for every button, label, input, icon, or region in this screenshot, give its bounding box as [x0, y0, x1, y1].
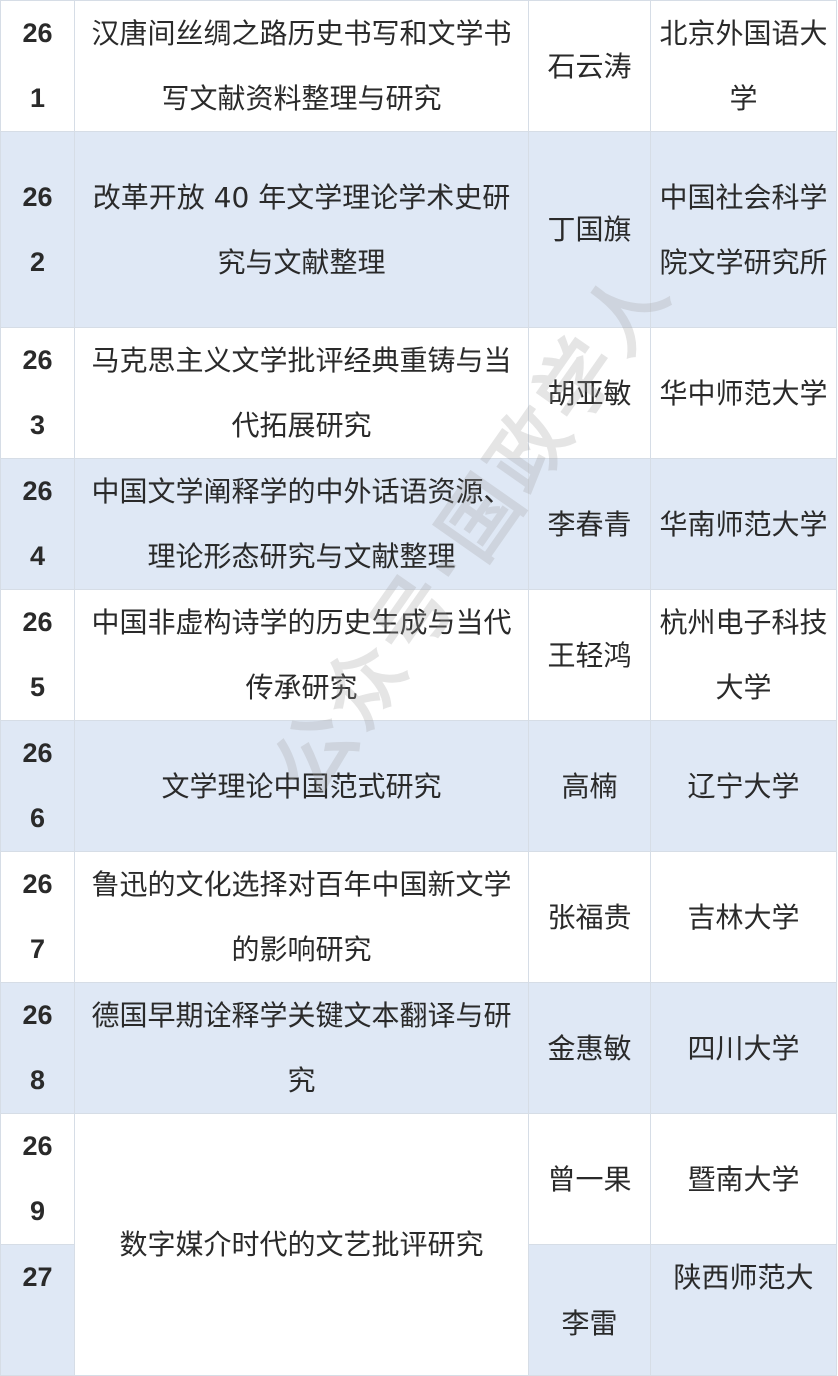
principal-investigator: 胡亚敏: [528, 327, 651, 459]
institution: 杭州电子科技大学: [650, 589, 837, 721]
principal-investigator: 张福贵: [528, 851, 651, 983]
principal-investigator: 李雷: [528, 1244, 651, 1376]
project-title: 汉唐间丝绸之路历史书写和文学书写文献资料整理与研究: [74, 0, 529, 132]
table-row: 26 9 数字媒介时代的文艺批评研究 曾一果 暨南大学: [0, 1113, 837, 1376]
institution: 陕西师范大: [650, 1244, 837, 1376]
principal-investigator: 王轻鸿: [528, 589, 651, 721]
table-row: 26 2 改革开放 40 年文学理论学术史研究与文献整理 丁国旗 中国社会科学院文…: [0, 131, 837, 328]
institution: 辽宁大学: [650, 720, 837, 852]
project-title: 中国文学阐释学的中外话语资源、理论形态研究与文献整理: [74, 458, 529, 590]
table-row: 26 4 中国文学阐释学的中外话语资源、理论形态研究与文献整理 李春青 华南师范大…: [0, 458, 837, 590]
project-title: 鲁迅的文化选择对百年中国新文学的影响研究: [74, 851, 529, 983]
row-number: 26 7: [0, 851, 75, 983]
project-title: 德国早期诠释学关键文本翻译与研究: [74, 982, 529, 1114]
row-number: 26 8: [0, 982, 75, 1114]
table-row: 26 1 汉唐间丝绸之路历史书写和文学书写文献资料整理与研究 石云涛 北京外国语大…: [0, 0, 837, 132]
principal-investigator: 曾一果: [528, 1113, 651, 1245]
institution: 华南师范大学: [650, 458, 837, 590]
row-number: 26 5: [0, 589, 75, 721]
institution: 四川大学: [650, 982, 837, 1114]
table-row: 26 5 中国非虚构诗学的历史生成与当代传承研究 王轻鸿 杭州电子科技大学: [0, 589, 837, 721]
table-row: 26 6 文学理论中国范式研究 高楠 辽宁大学: [0, 720, 837, 852]
principal-investigator: 丁国旗: [528, 131, 651, 328]
table-row: 26 7 鲁迅的文化选择对百年中国新文学的影响研究 张福贵 吉林大学: [0, 851, 837, 983]
table-row: 26 8 德国早期诠释学关键文本翻译与研究 金惠敏 四川大学: [0, 982, 837, 1114]
row-number: 26 2: [0, 131, 75, 328]
project-title: 文学理论中国范式研究: [74, 720, 529, 852]
project-title: 数字媒介时代的文艺批评研究: [74, 1113, 529, 1376]
institution: 华中师范大学: [650, 327, 837, 459]
row-number: 26 3: [0, 327, 75, 459]
row-number: 26 4: [0, 458, 75, 590]
institution: 中国社会科学院文学研究所: [650, 131, 837, 328]
row-number: 26 6: [0, 720, 75, 852]
principal-investigator: 李春青: [528, 458, 651, 590]
project-table: 26 1 汉唐间丝绸之路历史书写和文学书写文献资料整理与研究 石云涛 北京外国语大…: [0, 0, 837, 1376]
principal-investigator: 金惠敏: [528, 982, 651, 1114]
table-row: 26 3 马克思主义文学批评经典重铸与当代拓展研究 胡亚敏 华中师范大学: [0, 327, 837, 459]
project-title: 改革开放 40 年文学理论学术史研究与文献整理: [74, 131, 529, 328]
project-title: 马克思主义文学批评经典重铸与当代拓展研究: [74, 327, 529, 459]
row-number: 26 1: [0, 0, 75, 132]
principal-investigator: 高楠: [528, 720, 651, 852]
principal-investigator: 石云涛: [528, 0, 651, 132]
row-number: 27: [0, 1244, 75, 1376]
institution: 暨南大学: [650, 1113, 837, 1245]
row-number: 26 9: [0, 1113, 75, 1245]
institution: 北京外国语大学: [650, 0, 837, 132]
institution: 吉林大学: [650, 851, 837, 983]
project-title: 中国非虚构诗学的历史生成与当代传承研究: [74, 589, 529, 721]
